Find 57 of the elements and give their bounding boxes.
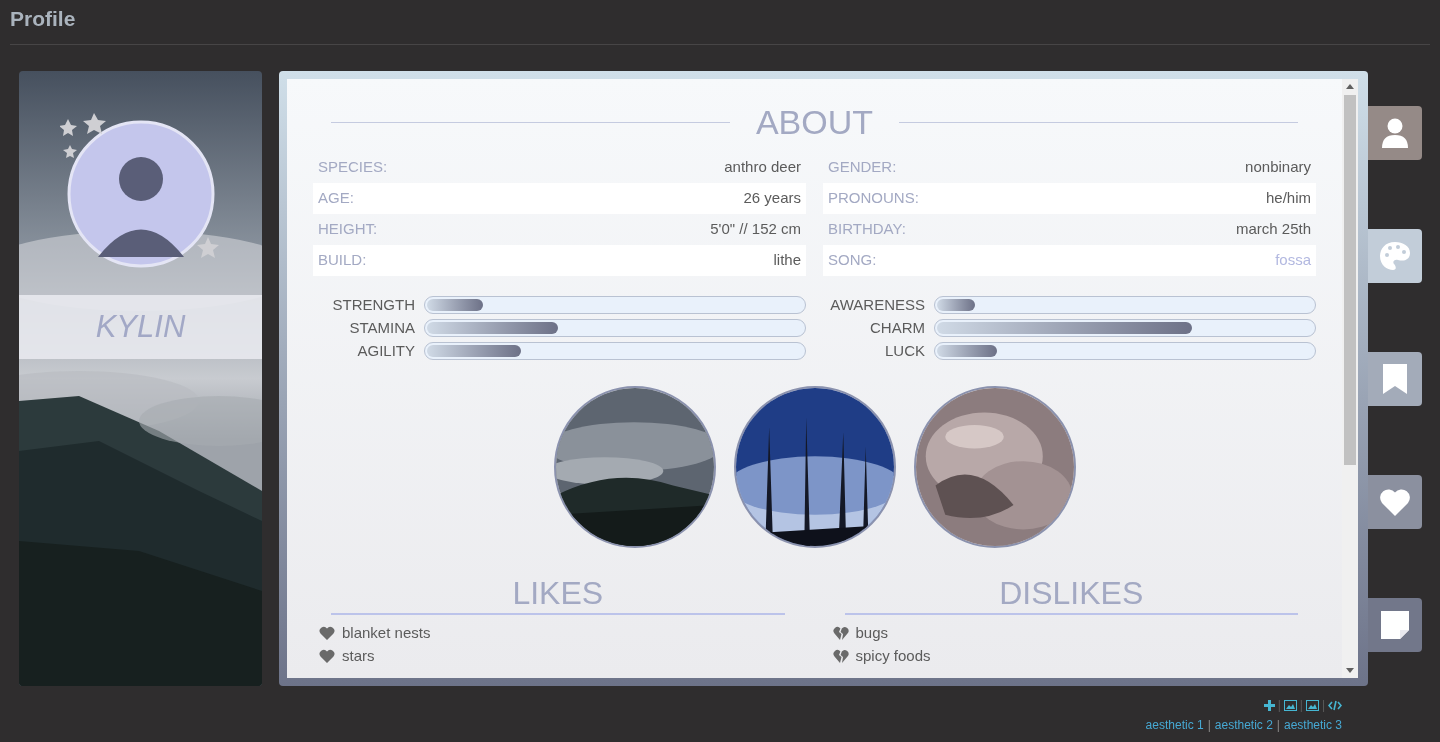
field-value: nonbinary <box>1245 157 1311 178</box>
aesthetic-link[interactable]: aesthetic 2 <box>1214 716 1273 734</box>
field-value: 26 years <box>743 188 801 209</box>
list-item-text: spicy foods <box>855 645 931 666</box>
side-tab[interactable] <box>1368 475 1422 529</box>
heart-icon <box>319 626 335 640</box>
field-label: PRONOUNS: <box>828 188 919 209</box>
field-label: SONG: <box>828 250 877 271</box>
stat-label: LUCK <box>884 340 925 361</box>
note-icon <box>1381 611 1409 639</box>
field-value: march 25th <box>1235 219 1311 240</box>
field-label: GENDER: <box>828 157 897 178</box>
scroll-up-icon[interactable] <box>1346 84 1354 89</box>
scroll-thumb[interactable] <box>1344 95 1356 465</box>
person-icon <box>1381 118 1409 148</box>
stat-label: STRENGTH <box>331 294 415 315</box>
side-tab[interactable] <box>1368 598 1422 652</box>
list-item-text: bugs <box>855 622 889 643</box>
section-heading: DISLIKES <box>999 574 1144 612</box>
field-value: he/him <box>1265 188 1311 209</box>
list-item-text: blanket nests <box>342 622 431 643</box>
field-label: AGE: <box>318 188 354 209</box>
heart-icon <box>319 649 335 663</box>
list-item-text: stars <box>342 645 375 666</box>
aesthetic-link[interactable]: aesthetic 3 <box>1283 716 1342 734</box>
separator: | <box>1277 697 1281 714</box>
heart-icon <box>1379 488 1411 516</box>
side-tab[interactable] <box>1368 106 1422 160</box>
palette-icon <box>1379 241 1411 271</box>
bookmark-icon <box>1382 363 1408 395</box>
separator: | <box>1321 697 1325 714</box>
broken-heart-icon <box>832 626 849 640</box>
separator: | <box>1207 717 1211 734</box>
field-label: BUILD: <box>318 250 367 271</box>
field-label: SPECIES: <box>318 157 388 178</box>
separator: | <box>1299 697 1303 714</box>
code-icon[interactable] <box>1328 699 1342 711</box>
stat-label: STAMINA <box>348 317 415 338</box>
field-value: 5'0" // 152 cm <box>710 219 801 240</box>
character-name: KYLIN <box>95 307 186 346</box>
field-label: HEIGHT: <box>318 219 378 240</box>
broken-heart-icon <box>832 649 849 663</box>
page-title: Profile <box>10 6 76 32</box>
stat-label: CHARM <box>869 317 925 338</box>
image-icon[interactable] <box>1283 699 1297 711</box>
section-heading: LIKES <box>512 574 604 612</box>
field-label: BIRTHDAY: <box>828 219 906 240</box>
field-value: anthro deer <box>724 157 801 178</box>
scroll-down-icon[interactable] <box>1346 668 1354 673</box>
stat-label: AWARENESS <box>829 294 925 315</box>
aesthetic-link[interactable]: aesthetic 1 <box>1145 716 1204 734</box>
stat-label: AGILITY <box>356 340 415 361</box>
section-heading: ABOUT <box>755 102 874 143</box>
image-icon[interactable] <box>1305 699 1319 711</box>
separator: | <box>1276 717 1280 734</box>
field-value: lithe <box>773 250 801 271</box>
plus-icon[interactable] <box>1263 699 1275 711</box>
